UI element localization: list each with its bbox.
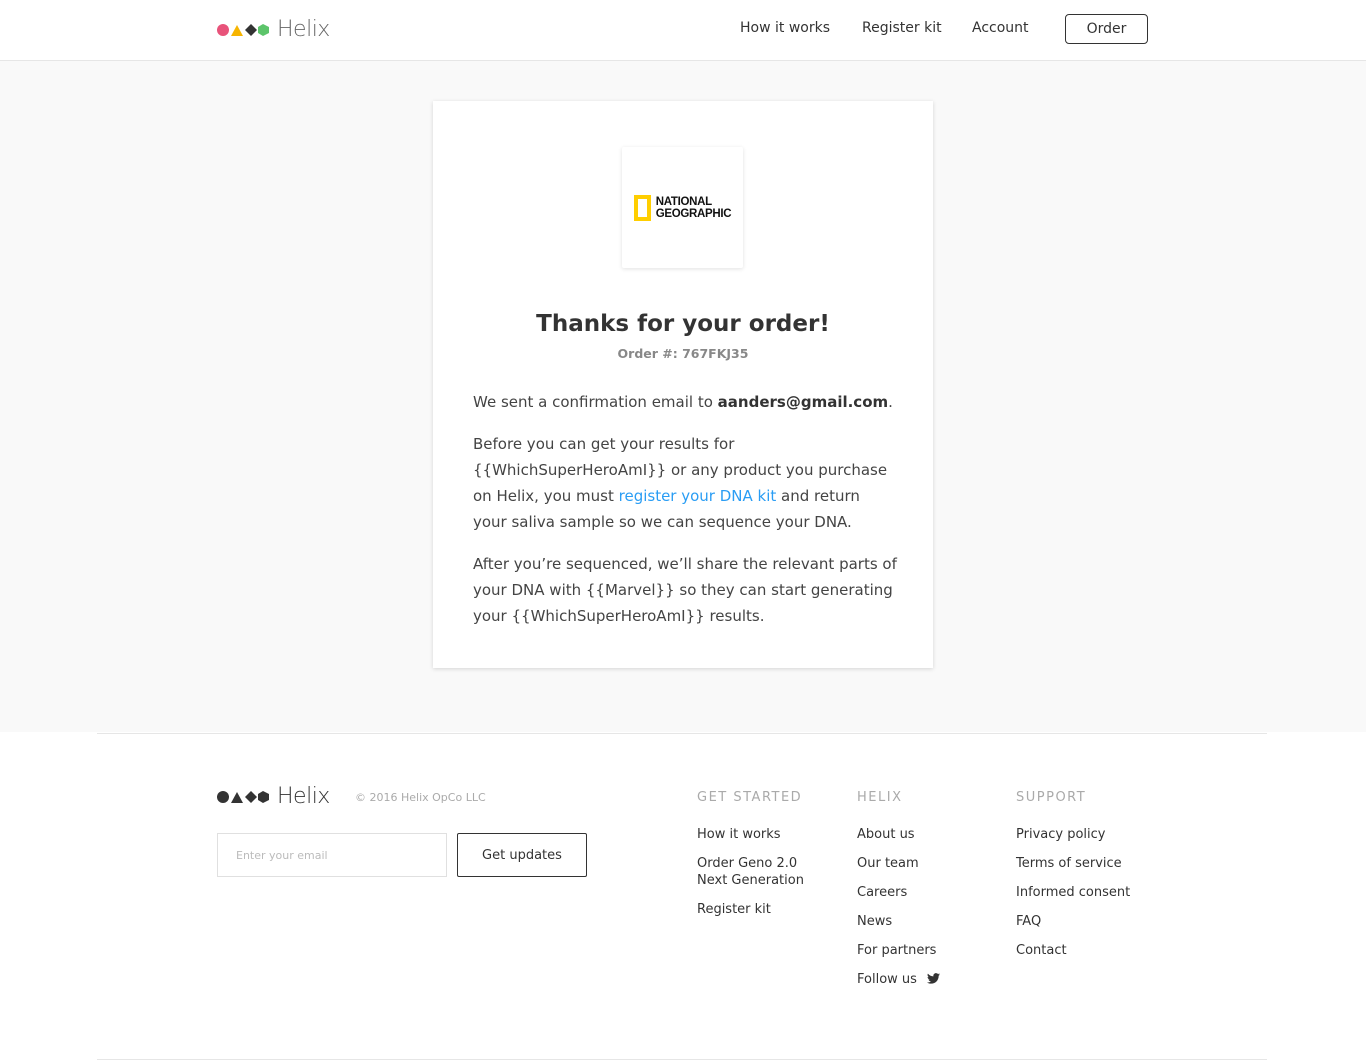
footer-link-for-partners[interactable]: For partners: [857, 942, 997, 959]
follow-us-label: Follow us: [857, 972, 917, 987]
order-number: Order #: 767FKJ35: [617, 346, 749, 361]
footer-link-faq[interactable]: FAQ: [1016, 913, 1156, 930]
email-address: aanders@gmail.com: [717, 393, 889, 411]
nav-how-it-works[interactable]: How it works: [740, 20, 830, 36]
sequencing-info-text: After you’re sequenced, we’ll share the …: [473, 555, 897, 625]
footer-link-how-it-works[interactable]: How it works: [697, 826, 827, 843]
footer-column-title: HELIX: [857, 790, 903, 805]
footer-link-follow-us[interactable]: Follow us: [857, 971, 997, 988]
footer-link-news[interactable]: News: [857, 913, 997, 930]
email-suffix: .: [888, 393, 893, 411]
footer-column-get-started: GET STARTED How it works Order Geno 2.0 …: [697, 790, 827, 930]
get-updates-button[interactable]: Get updates: [457, 833, 587, 877]
footer-helix-logo[interactable]: Helix: [217, 784, 330, 809]
helix-logo[interactable]: Helix: [217, 17, 330, 42]
footer-link-terms-of-service[interactable]: Terms of service: [1016, 855, 1156, 872]
site-header: Helix How it works Register kit Account …: [0, 0, 1366, 61]
partner-logo-line: NATIONAL: [655, 195, 712, 208]
copyright: © 2016 Helix OpCo LLC: [355, 791, 486, 804]
footer-link-our-team[interactable]: Our team: [857, 855, 997, 872]
footer-column-title: GET STARTED: [697, 790, 803, 805]
twitter-icon: [926, 973, 940, 984]
footer-column-helix: HELIX About us Our team Careers News For…: [857, 790, 997, 1000]
helix-wordmark: Helix: [277, 784, 330, 809]
footer-link-careers[interactable]: Careers: [857, 884, 997, 901]
helix-logo-shapes-icon: [217, 23, 273, 37]
order-confirmation-card: NATIONAL GEOGRAPHIC Thanks for your orde…: [433, 101, 933, 668]
partner-logo-line: GEOGRAPHIC: [655, 207, 732, 220]
confirmation-email-text: We sent a confirmation email to aanders@…: [473, 389, 898, 415]
nav-register-kit[interactable]: Register kit: [862, 20, 942, 36]
nav-account[interactable]: Account: [972, 20, 1029, 36]
footer-link-contact[interactable]: Contact: [1016, 942, 1156, 959]
register-dna-kit-link[interactable]: register your DNA kit: [619, 487, 777, 505]
page-title: Thanks for your order!: [536, 311, 830, 337]
footer-column-support: SUPPORT Privacy policy Terms of service …: [1016, 790, 1156, 971]
helix-logo-shapes-icon: [217, 790, 273, 804]
partner-logo: NATIONAL GEOGRAPHIC: [622, 147, 743, 268]
partner-logo-text: NATIONAL GEOGRAPHIC: [656, 196, 732, 220]
footer-link-register-kit[interactable]: Register kit: [697, 901, 827, 918]
email-subscribe-input[interactable]: [217, 833, 447, 877]
footer-column-title: SUPPORT: [1016, 790, 1087, 805]
footer-link-informed-consent[interactable]: Informed consent: [1016, 884, 1156, 901]
nat-geo-frame-icon: [633, 194, 651, 221]
footer-divider: [97, 733, 1267, 734]
footer-link-about-us[interactable]: About us: [857, 826, 997, 843]
register-instructions-text: Before you can get your results for {{Wh…: [473, 431, 898, 535]
footer-link-privacy-policy[interactable]: Privacy policy: [1016, 826, 1156, 843]
footer-bottom-divider: [97, 1059, 1267, 1060]
main-content: NATIONAL GEOGRAPHIC Thanks for your orde…: [0, 61, 1366, 732]
order-button[interactable]: Order: [1065, 14, 1148, 44]
helix-wordmark: Helix: [277, 17, 330, 42]
footer-link-order-geno[interactable]: Order Geno 2.0 Next Generation: [697, 855, 827, 889]
email-prefix: We sent a confirmation email to: [473, 393, 718, 411]
